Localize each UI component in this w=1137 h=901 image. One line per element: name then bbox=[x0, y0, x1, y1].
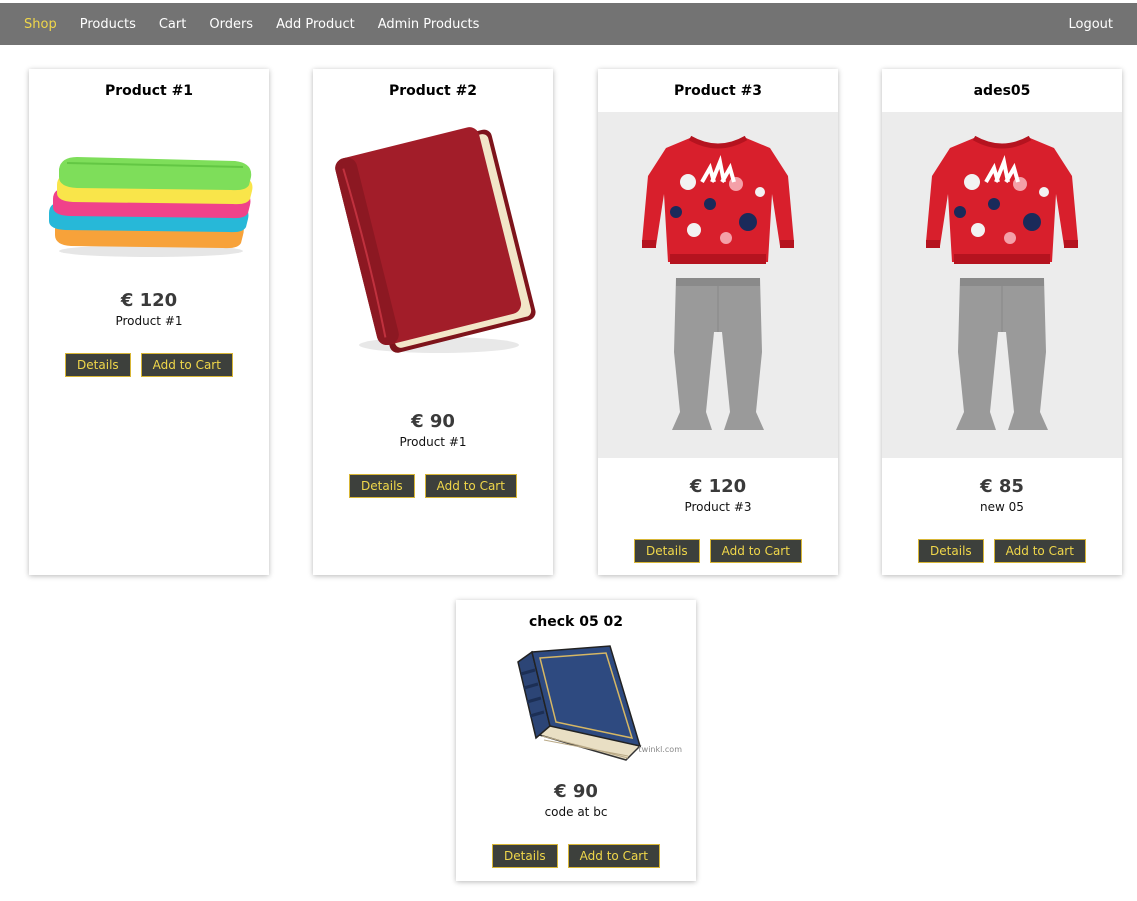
red-book-image bbox=[327, 119, 539, 359]
product-price: € 90 bbox=[554, 781, 598, 802]
product-title: check 05 02 bbox=[528, 614, 624, 630]
details-button[interactable]: Details bbox=[634, 539, 700, 563]
product-card: ades05 € 85 new 05 Details Add to Cart bbox=[882, 69, 1122, 575]
add-to-cart-button[interactable]: Add to Cart bbox=[993, 539, 1086, 563]
details-button[interactable]: Details bbox=[349, 474, 415, 498]
nav-products[interactable]: Products bbox=[80, 17, 136, 32]
product-price: € 120 bbox=[689, 476, 747, 497]
add-to-cart-button[interactable]: Add to Cart bbox=[567, 844, 660, 868]
product-card: Product #1 € 120 Product #1 Details Add … bbox=[29, 69, 269, 575]
product-description: Product #1 bbox=[399, 435, 467, 449]
product-title: Product #2 bbox=[388, 83, 478, 99]
add-to-cart-button[interactable]: Add to Cart bbox=[709, 539, 802, 563]
product-actions: Details Add to Cart bbox=[882, 539, 1122, 563]
towels-image bbox=[43, 139, 255, 259]
nav-orders[interactable]: Orders bbox=[209, 17, 253, 32]
product-price: € 90 bbox=[411, 411, 455, 432]
product-card: check 05 02 twinkl.com € 90 code at bc D… bbox=[456, 600, 696, 881]
details-button[interactable]: Details bbox=[65, 353, 131, 377]
logout-link[interactable]: Logout bbox=[1068, 17, 1113, 32]
tracksuit-image bbox=[882, 112, 1122, 458]
product-description: Product #3 bbox=[684, 500, 752, 514]
product-actions: Details Add to Cart bbox=[29, 353, 269, 377]
nav-links: Shop Products Cart Orders Add Product Ad… bbox=[24, 17, 502, 32]
top-navbar: Shop Products Cart Orders Add Product Ad… bbox=[0, 3, 1137, 45]
product-title: Product #3 bbox=[673, 83, 763, 99]
product-description: Product #1 bbox=[115, 314, 183, 328]
nav-cart[interactable]: Cart bbox=[159, 17, 187, 32]
nav-admin-products[interactable]: Admin Products bbox=[378, 17, 480, 32]
product-card: Product #3 € 120 Product #3 Details Add … bbox=[598, 69, 838, 575]
product-title: ades05 bbox=[973, 83, 1031, 99]
nav-add-product[interactable]: Add Product bbox=[276, 17, 355, 32]
add-to-cart-button[interactable]: Add to Cart bbox=[424, 474, 517, 498]
product-title: Product #1 bbox=[104, 83, 194, 99]
nav-shop[interactable]: Shop bbox=[24, 17, 57, 32]
product-actions: Details Add to Cart bbox=[313, 474, 553, 498]
tracksuit-image bbox=[598, 112, 838, 458]
blue-book-image: twinkl.com bbox=[506, 642, 686, 764]
product-actions: Details Add to Cart bbox=[456, 844, 696, 868]
details-button[interactable]: Details bbox=[492, 844, 558, 868]
product-price: € 120 bbox=[120, 290, 178, 311]
product-description: new 05 bbox=[980, 500, 1024, 514]
add-to-cart-button[interactable]: Add to Cart bbox=[140, 353, 233, 377]
product-actions: Details Add to Cart bbox=[598, 539, 838, 563]
watermark-text: twinkl.com bbox=[638, 745, 682, 754]
product-price: € 85 bbox=[980, 476, 1024, 497]
product-description: code at bc bbox=[544, 805, 608, 819]
product-card: Product #2 € 90 Product #1 Details Add t… bbox=[313, 69, 553, 575]
details-button[interactable]: Details bbox=[918, 539, 984, 563]
